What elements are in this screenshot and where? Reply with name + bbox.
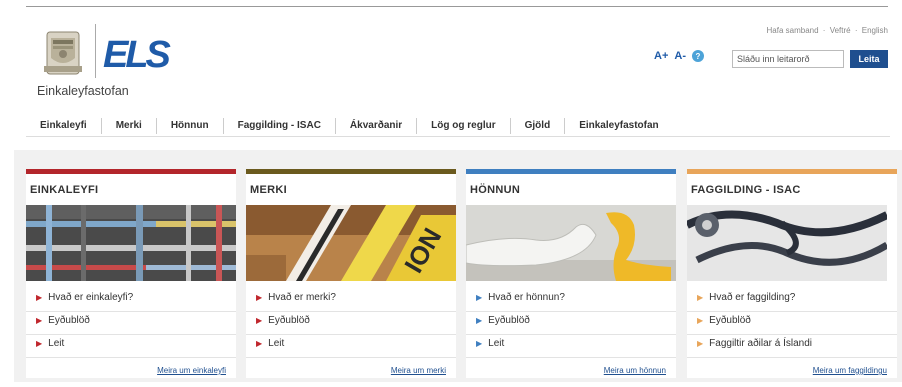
card-link-label: Eyðublöð (488, 315, 530, 326)
arrow-right-icon: ▶ (256, 293, 263, 302)
card-link-label: Hvað er faggilding? (709, 292, 796, 303)
arrow-right-icon: ▶ (697, 316, 704, 325)
arrow-right-icon: ▶ (256, 316, 263, 325)
arrow-right-icon: ▶ (476, 293, 483, 302)
card-image[interactable] (26, 205, 236, 281)
card-link-label: Hvað er einkaleyfi? (48, 292, 134, 303)
card-link[interactable]: ▶ Faggiltir aðilar á Íslandi (687, 335, 897, 358)
card-link[interactable]: ▶ Hvað er einkaleyfi? (26, 289, 236, 312)
more-link[interactable]: Meira um einkaleyfi (26, 358, 236, 375)
card-merki: MERKI ION ▶ Hvað er merki? ▶ Eyðublöð ▶ Lei… (246, 169, 456, 378)
arrow-right-icon: ▶ (36, 293, 43, 302)
coat-of-arms-icon (44, 31, 82, 75)
more-link[interactable]: Meira um hönnun (466, 358, 676, 375)
card-link-label: Faggiltir aðilar á Íslandi (709, 338, 812, 349)
card-link-label: Eyðublöð (48, 315, 90, 326)
nav-item-einkaleyfastofan[interactable]: Einkaleyfastofan (565, 118, 672, 134)
card-link[interactable]: ▶ Leit (246, 335, 456, 358)
util-separator: · (854, 26, 858, 35)
more-link[interactable]: Meira um merki (246, 358, 456, 375)
arrow-right-icon: ▶ (36, 339, 43, 348)
card-honnun: HÖNNUN ▶ Hvað er hönnun? ▶ Eyðublöð ▶ Leit … (466, 169, 676, 378)
arrow-right-icon: ▶ (697, 293, 704, 302)
nav-item-honnun[interactable]: Hönnun (157, 117, 224, 134)
nav-item-akvardanir[interactable]: Ákvarðanir (336, 117, 418, 134)
nav-item-log-og-reglur[interactable]: Lög og reglur (417, 117, 511, 134)
card-link[interactable]: ▶ Hvað er merki? (246, 289, 456, 312)
font-smaller-button[interactable]: A- (674, 50, 686, 62)
card-link[interactable]: ▶ Hvað er faggilding? (687, 289, 897, 312)
nav-item-einkaleyfi[interactable]: Einkaleyfi (26, 117, 102, 134)
nav-item-merki[interactable]: Merki (102, 117, 157, 134)
arrow-right-icon: ▶ (476, 339, 483, 348)
card-faggilding: FAGGILDING - ISAC ▶ Hvað er faggilding? ▶… (687, 169, 897, 378)
els-logo-text: ELS (103, 34, 171, 76)
nav-item-faggilding[interactable]: Faggilding - ISAC (224, 117, 336, 134)
card-link-label: Eyðublöð (709, 315, 751, 326)
card-image[interactable] (687, 205, 897, 281)
card-link-label: Hvað er merki? (268, 292, 336, 303)
font-larger-button[interactable]: A+ (654, 50, 668, 62)
sitemap-link[interactable]: Veftré (830, 26, 851, 35)
card-title[interactable]: EINKALEYFI (26, 174, 236, 205)
card-title[interactable]: MERKI (246, 174, 456, 205)
card-link[interactable]: ▶ Eyðublöð (466, 312, 676, 335)
card-einkaleyfi: EINKALEYFI ▶ Hvað er einkaleyfi? ▶ Eyðublö… (26, 169, 236, 378)
contact-link[interactable]: Hafa samband (767, 26, 819, 35)
util-separator: · (822, 26, 826, 35)
card-link-label: Leit (48, 338, 65, 349)
english-link[interactable]: English (862, 26, 888, 35)
arrow-right-icon: ▶ (36, 316, 43, 325)
organization-name: Einkaleyfastofan (37, 84, 129, 98)
search-button[interactable]: Leita (850, 50, 888, 68)
card-link[interactable]: ▶ Leit (26, 335, 236, 358)
arrow-right-icon: ▶ (476, 316, 483, 325)
search-input[interactable]: Sláðu inn leitarorð (732, 50, 844, 68)
arrow-right-icon: ▶ (256, 339, 263, 348)
card-link-label: Leit (268, 338, 285, 349)
card-link-label: Leit (488, 338, 505, 349)
card-image[interactable] (466, 205, 676, 281)
card-link[interactable]: ▶ Hvað er hönnun? (466, 289, 676, 312)
card-link[interactable]: ▶ Eyðublöð (687, 312, 897, 335)
arrow-right-icon: ▶ (697, 339, 704, 348)
more-link[interactable]: Meira um faggildingu (687, 358, 897, 375)
top-divider (26, 6, 888, 7)
card-title[interactable]: HÖNNUN (466, 174, 676, 205)
site-logo[interactable]: ELS Einkaleyfastofan (37, 22, 177, 102)
card-link-label: Eyðublöð (268, 315, 310, 326)
card-link-label: Hvað er hönnun? (488, 292, 565, 303)
main-navigation: Einkaleyfi Merki Hönnun Faggilding - ISA… (26, 115, 890, 137)
font-size-controls: A+ A- ? (654, 50, 704, 62)
card-link[interactable]: ▶ Eyðublöð (246, 312, 456, 335)
nav-item-gjold[interactable]: Gjöld (511, 117, 566, 134)
help-icon[interactable]: ? (691, 50, 704, 62)
card-title[interactable]: FAGGILDING - ISAC (687, 174, 897, 205)
logo-divider (95, 24, 96, 78)
card-link[interactable]: ▶ Leit (466, 335, 676, 358)
utility-links: Hafa samband · Veftré · English (765, 26, 888, 35)
card-image[interactable]: ION (246, 205, 456, 281)
card-link[interactable]: ▶ Eyðublöð (26, 312, 236, 335)
